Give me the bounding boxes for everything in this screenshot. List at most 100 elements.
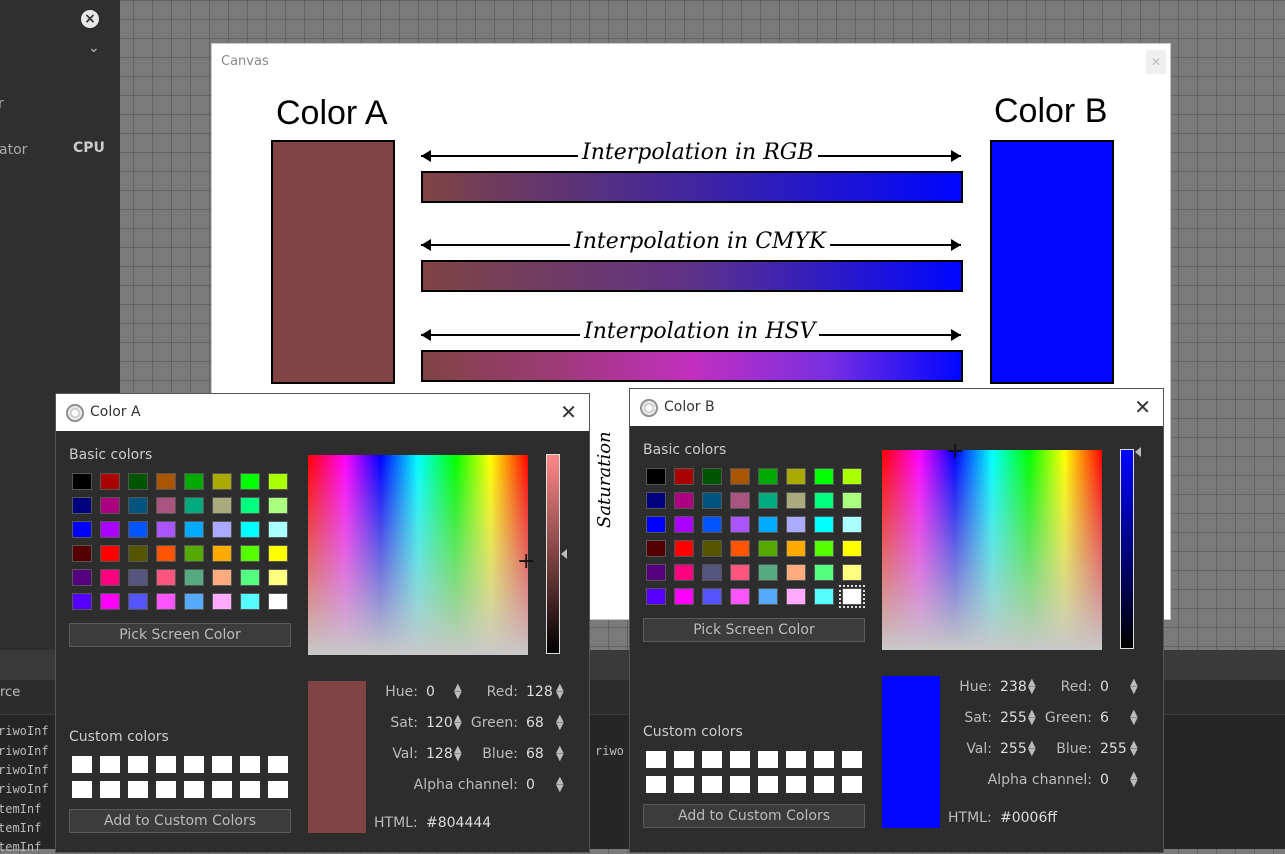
- basic-color-swatch[interactable]: [212, 473, 232, 490]
- basic-color-swatch[interactable]: [100, 521, 120, 538]
- basic-color-swatch[interactable]: [128, 473, 148, 490]
- chevron-down-icon[interactable]: ⌄: [88, 40, 100, 56]
- basic-color-swatch[interactable]: [646, 492, 666, 509]
- basic-color-swatch[interactable]: [128, 593, 148, 610]
- basic-color-swatch[interactable]: [674, 564, 694, 581]
- basic-color-swatch[interactable]: [646, 516, 666, 533]
- basic-color-swatch[interactable]: [156, 473, 176, 490]
- blue-spin-icon[interactable]: ▲ ▼: [556, 745, 564, 763]
- basic-color-swatch[interactable]: [814, 516, 834, 533]
- basic-color-swatch[interactable]: [758, 516, 778, 533]
- basic-color-swatch[interactable]: [674, 540, 694, 557]
- basic-color-swatch[interactable]: [814, 540, 834, 557]
- slider-marker-icon[interactable]: [561, 549, 567, 559]
- basic-color-swatch[interactable]: [156, 593, 176, 610]
- html-field[interactable]: #804444: [426, 815, 491, 831]
- basic-color-swatch[interactable]: [212, 545, 232, 562]
- custom-color-swatch[interactable]: [646, 751, 666, 768]
- basic-color-swatch[interactable]: [128, 545, 148, 562]
- color-spectrum[interactable]: [882, 450, 1102, 650]
- basic-color-swatch[interactable]: [268, 521, 288, 538]
- basic-color-swatch[interactable]: [156, 521, 176, 538]
- custom-color-swatch[interactable]: [842, 776, 862, 793]
- basic-color-swatch[interactable]: [758, 564, 778, 581]
- alpha-field[interactable]: 0: [526, 777, 535, 793]
- red-field[interactable]: 128: [526, 684, 553, 700]
- green-spin-icon[interactable]: ▲ ▼: [556, 714, 564, 732]
- basic-color-swatch[interactable]: [268, 545, 288, 562]
- pick-screen-color-button[interactable]: Pick Screen Color: [643, 618, 865, 642]
- add-to-custom-colors-button[interactable]: Add to Custom Colors: [643, 804, 865, 828]
- basic-color-swatch[interactable]: [100, 569, 120, 586]
- basic-color-swatch[interactable]: [156, 569, 176, 586]
- custom-color-swatch[interactable]: [128, 781, 148, 798]
- basic-color-swatch[interactable]: [156, 497, 176, 514]
- basic-color-swatch[interactable]: [758, 540, 778, 557]
- basic-color-swatch[interactable]: [730, 564, 750, 581]
- alpha-spin-icon[interactable]: ▲ ▼: [556, 776, 564, 794]
- basic-color-swatch[interactable]: [674, 468, 694, 485]
- basic-color-swatch[interactable]: [842, 516, 862, 533]
- basic-color-swatch[interactable]: [72, 545, 92, 562]
- basic-color-swatch[interactable]: [240, 569, 260, 586]
- red-field[interactable]: 0: [1100, 679, 1109, 695]
- hue-field[interactable]: 0: [426, 684, 435, 700]
- blue-field[interactable]: 255: [1100, 741, 1127, 757]
- basic-color-swatch[interactable]: [730, 492, 750, 509]
- custom-color-swatch[interactable]: [814, 776, 834, 793]
- basic-color-swatch[interactable]: [814, 492, 834, 509]
- basic-color-swatch[interactable]: [786, 516, 806, 533]
- basic-color-swatch[interactable]: [72, 473, 92, 490]
- custom-color-swatch[interactable]: [268, 756, 288, 773]
- basic-color-swatch[interactable]: [730, 516, 750, 533]
- basic-color-swatch[interactable]: [646, 564, 666, 581]
- basic-color-swatch[interactable]: [268, 569, 288, 586]
- custom-color-swatch[interactable]: [184, 781, 204, 798]
- dialog-titlebar[interactable]: Color B ✕: [630, 389, 1163, 426]
- basic-color-swatch[interactable]: [786, 468, 806, 485]
- basic-color-swatch[interactable]: [100, 473, 120, 490]
- close-icon[interactable]: ✕: [1146, 50, 1166, 74]
- close-icon[interactable]: ×: [81, 10, 99, 28]
- basic-color-swatch[interactable]: [240, 545, 260, 562]
- close-icon[interactable]: ✕: [1134, 395, 1151, 419]
- alpha-field[interactable]: 0: [1100, 772, 1109, 788]
- custom-color-swatch[interactable]: [702, 751, 722, 768]
- basic-color-swatch[interactable]: [702, 540, 722, 557]
- custom-color-swatch[interactable]: [156, 781, 176, 798]
- basic-color-swatch[interactable]: [184, 545, 204, 562]
- basic-color-swatch[interactable]: [702, 468, 722, 485]
- green-field[interactable]: 6: [1100, 710, 1109, 726]
- basic-color-swatch[interactable]: [184, 569, 204, 586]
- custom-color-swatch[interactable]: [646, 776, 666, 793]
- basic-color-swatch[interactable]: [702, 588, 722, 605]
- basic-color-swatch[interactable]: [72, 497, 92, 514]
- basic-color-swatch[interactable]: [100, 545, 120, 562]
- html-field[interactable]: #0006ff: [1000, 810, 1057, 826]
- custom-color-swatch[interactable]: [156, 756, 176, 773]
- custom-color-swatch[interactable]: [100, 756, 120, 773]
- basic-color-swatch[interactable]: [184, 473, 204, 490]
- custom-color-swatch[interactable]: [674, 776, 694, 793]
- custom-color-swatch[interactable]: [730, 776, 750, 793]
- basic-color-swatch[interactable]: [758, 468, 778, 485]
- basic-color-swatch[interactable]: [100, 593, 120, 610]
- green-field[interactable]: 68: [526, 715, 544, 731]
- basic-color-swatch[interactable]: [72, 521, 92, 538]
- custom-color-swatch[interactable]: [240, 756, 260, 773]
- custom-color-swatch[interactable]: [240, 781, 260, 798]
- add-to-custom-colors-button[interactable]: Add to Custom Colors: [69, 809, 291, 833]
- dialog-titlebar[interactable]: Color A ✕: [56, 394, 589, 431]
- custom-color-swatch[interactable]: [100, 781, 120, 798]
- custom-color-swatch[interactable]: [758, 776, 778, 793]
- slider-marker-icon[interactable]: [1135, 447, 1141, 457]
- red-spin-icon[interactable]: ▲ ▼: [1130, 678, 1138, 696]
- basic-color-swatch[interactable]: [128, 497, 148, 514]
- basic-color-swatch[interactable]: [184, 521, 204, 538]
- custom-color-swatch[interactable]: [212, 756, 232, 773]
- basic-color-swatch[interactable]: [646, 468, 666, 485]
- custom-color-swatch[interactable]: [730, 751, 750, 768]
- custom-color-swatch[interactable]: [128, 756, 148, 773]
- basic-color-swatch[interactable]: [814, 588, 834, 605]
- custom-color-swatch[interactable]: [184, 756, 204, 773]
